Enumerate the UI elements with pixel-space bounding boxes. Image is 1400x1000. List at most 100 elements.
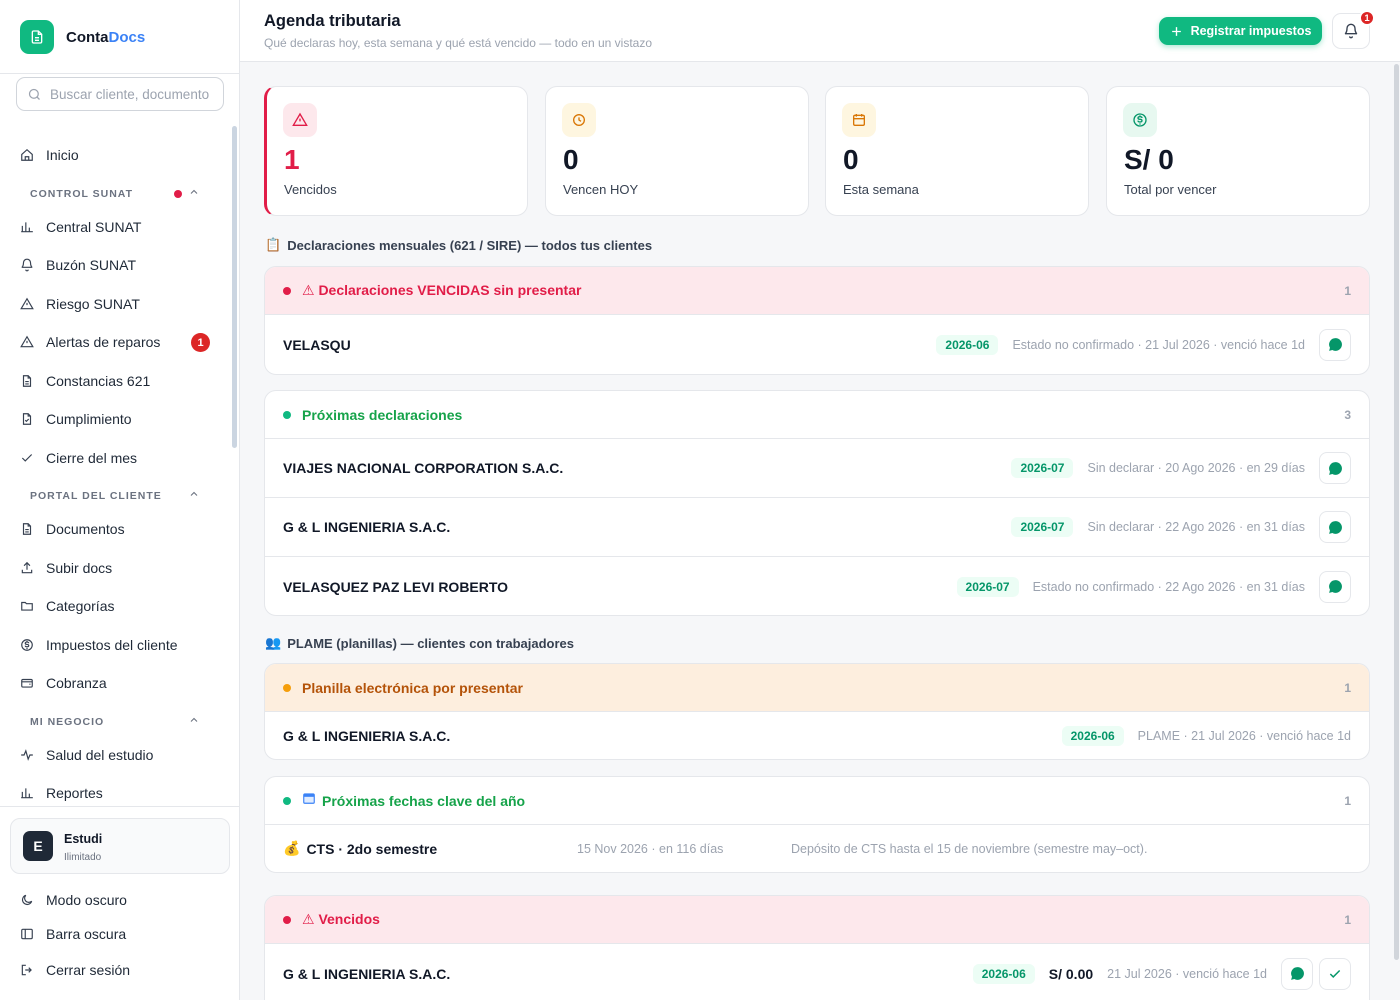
bell-icon bbox=[1344, 23, 1358, 39]
nav-cierre-mes[interactable]: Cierre del mes bbox=[20, 448, 220, 468]
money-bag-icon: 💰 bbox=[283, 840, 301, 856]
people-icon: 👥 bbox=[265, 635, 282, 650]
row-meta: Sin declarar · 22 Ago 2026 · en 31 días bbox=[1087, 520, 1305, 534]
nav-documentos[interactable]: Documentos bbox=[20, 519, 220, 539]
nav-label: Inicio bbox=[46, 147, 79, 163]
period-badge: 2026-06 bbox=[1061, 725, 1124, 746]
chat-bubble-icon bbox=[1328, 338, 1342, 351]
sidebar-scrollbar[interactable] bbox=[232, 126, 237, 448]
main-scrollbar[interactable] bbox=[1394, 64, 1399, 960]
moon-icon bbox=[20, 893, 34, 907]
row-meta: Estado no confirmado · 21 Jul 2026 · ven… bbox=[1012, 337, 1305, 352]
file-icon bbox=[20, 374, 34, 388]
whatsapp-button[interactable] bbox=[1319, 511, 1351, 543]
stat-label: Vencen HOY bbox=[563, 182, 639, 197]
notifications-button[interactable]: 1 bbox=[1332, 10, 1375, 49]
nav-label: Categorías bbox=[46, 598, 115, 614]
list-item[interactable]: G & L INGENIERIA S.A.C. 2026-06 S/ 0.00 … bbox=[265, 944, 1369, 1000]
section-mi-negocio[interactable]: MI NEGOCIO bbox=[30, 716, 202, 728]
nav-riesgo-sunat[interactable]: Riesgo SUNAT bbox=[20, 294, 220, 314]
list-item[interactable]: G & L INGENIERIA S.A.C. 2026-06 PLAME · … bbox=[265, 712, 1369, 759]
nav-buzon-sunat[interactable]: Buzón SUNAT bbox=[20, 255, 220, 275]
chevron-up-icon bbox=[188, 714, 200, 729]
nav-label: Cumplimiento bbox=[46, 411, 132, 427]
account-card[interactable]: E Estudi Ilimitado bbox=[10, 818, 230, 874]
calendar-icon bbox=[302, 791, 316, 810]
dollar-circle-icon bbox=[1123, 103, 1157, 137]
group-title: Planilla electrónica por presentar bbox=[302, 679, 523, 696]
upload-icon bbox=[20, 561, 34, 575]
stat-card-vencen-hoy[interactable]: 0 Vencen HOY bbox=[545, 86, 809, 216]
brand-name: ContaDocs bbox=[66, 28, 146, 46]
key-date-name: 💰 CTS · 2do semestre bbox=[283, 840, 437, 857]
section-portal-cliente[interactable]: PORTAL DEL CLIENTE bbox=[30, 490, 202, 502]
clock-icon bbox=[562, 103, 596, 137]
register-taxes-button[interactable]: Registrar impuestos bbox=[1159, 17, 1322, 45]
group-title: ⚠ Vencidos bbox=[302, 911, 380, 927]
alert-triangle-icon bbox=[20, 297, 34, 311]
group-proximas-declaraciones: Próximas declaraciones 3 VIAJES NACIONAL… bbox=[264, 390, 1370, 616]
nav-inicio[interactable]: Inicio bbox=[20, 145, 220, 165]
group-count: 1 bbox=[1344, 793, 1351, 808]
whatsapp-button[interactable] bbox=[1319, 328, 1351, 361]
nav-categorias[interactable]: Categorías bbox=[20, 596, 220, 616]
activity-icon bbox=[20, 748, 34, 762]
wallet-icon bbox=[20, 676, 34, 690]
list-item[interactable]: VELASQU 2026-06 Estado no confirmado · 2… bbox=[265, 315, 1369, 374]
nav-reportes[interactable]: Reportes bbox=[20, 783, 220, 803]
nav-subir-docs[interactable]: Subir docs bbox=[20, 558, 220, 578]
nav-cumplimiento[interactable]: Cumplimiento bbox=[20, 409, 220, 429]
period-badge: 2026-06 bbox=[936, 334, 999, 355]
top-header: Agenda tributaria Qué declaras hoy, esta… bbox=[240, 0, 1400, 62]
group-header[interactable]: Planilla electrónica por presentar 1 bbox=[265, 664, 1369, 712]
alert-dot bbox=[174, 190, 182, 198]
nav-cobranza[interactable]: Cobranza bbox=[20, 673, 220, 693]
nav-barra-oscura[interactable]: Barra oscura bbox=[20, 924, 220, 944]
chat-bubble-icon bbox=[1328, 461, 1342, 475]
amount-value: S/ 0.00 bbox=[1048, 965, 1094, 982]
group-count: 1 bbox=[1344, 912, 1351, 927]
group-count: 1 bbox=[1344, 283, 1351, 298]
nav-impuestos-cliente[interactable]: Impuestos del cliente bbox=[20, 635, 220, 655]
section-control-sunat[interactable]: CONTROL SUNAT bbox=[30, 188, 202, 200]
nav-cerrar-sesion[interactable]: Cerrar sesión bbox=[20, 960, 220, 980]
chevron-up-icon bbox=[188, 186, 200, 201]
group-header[interactable]: Próximas declaraciones 3 bbox=[265, 391, 1369, 439]
period-badge: 2026-07 bbox=[956, 576, 1019, 597]
group-header[interactable]: ⚠ Vencidos 1 bbox=[265, 896, 1369, 944]
nav-central-sunat[interactable]: Central SUNAT bbox=[20, 217, 220, 237]
nav-label: Impuestos del cliente bbox=[46, 637, 178, 653]
stat-card-esta-semana[interactable]: 0 Esta semana bbox=[825, 86, 1089, 216]
nav-modo-oscuro[interactable]: Modo oscuro bbox=[20, 890, 220, 910]
list-item[interactable]: VELASQUEZ PAZ LEVI ROBERTO 2026-07 Estad… bbox=[265, 557, 1369, 615]
nav-label: Subir docs bbox=[46, 560, 113, 576]
list-item[interactable]: 💰 CTS · 2do semestre 15 Nov 2026 · en 11… bbox=[265, 825, 1369, 872]
whatsapp-button[interactable] bbox=[1319, 452, 1351, 484]
mark-paid-button[interactable] bbox=[1319, 957, 1351, 990]
search-input[interactable] bbox=[50, 86, 210, 102]
chat-bubble-icon bbox=[1328, 520, 1342, 534]
nav-label: Reportes bbox=[46, 785, 103, 801]
nav-label: Documentos bbox=[46, 521, 125, 537]
nav-label: Cobranza bbox=[46, 675, 107, 691]
list-item[interactable]: G & L INGENIERIA S.A.C. 2026-07 Sin decl… bbox=[265, 498, 1369, 557]
sidebar-layout-icon bbox=[20, 927, 34, 941]
nav-constancias-621[interactable]: Constancias 621 bbox=[20, 371, 220, 391]
alert-triangle-icon bbox=[283, 103, 317, 137]
brand[interactable]: ContaDocs bbox=[20, 20, 145, 54]
whatsapp-button[interactable] bbox=[1281, 957, 1313, 990]
list-item[interactable]: VIAJES NACIONAL CORPORATION S.A.C. 2026-… bbox=[265, 439, 1369, 498]
stat-card-total-por-vencer[interactable]: S/ 0 Total por vencer bbox=[1106, 86, 1370, 216]
nav-label: Salud del estudio bbox=[46, 747, 154, 763]
stat-card-vencidos[interactable]: 1 Vencidos bbox=[264, 86, 528, 216]
group-header[interactable]: Próximas fechas clave del año 1 bbox=[265, 777, 1369, 825]
check-icon bbox=[20, 451, 34, 465]
nav-alertas-reparos[interactable]: Alertas de reparos 1 bbox=[20, 332, 220, 352]
whatsapp-button[interactable] bbox=[1319, 570, 1351, 603]
account-name: Estudi bbox=[64, 832, 103, 846]
nav-salud-estudio[interactable]: Salud del estudio bbox=[20, 745, 220, 765]
plus-icon bbox=[1171, 26, 1181, 36]
section-heading-text: PLAME (planillas) — clientes con trabaja… bbox=[287, 635, 574, 651]
group-header[interactable]: ⚠ Declaraciones VENCIDAS sin presentar 1 bbox=[265, 267, 1369, 315]
search-box[interactable] bbox=[16, 77, 224, 111]
